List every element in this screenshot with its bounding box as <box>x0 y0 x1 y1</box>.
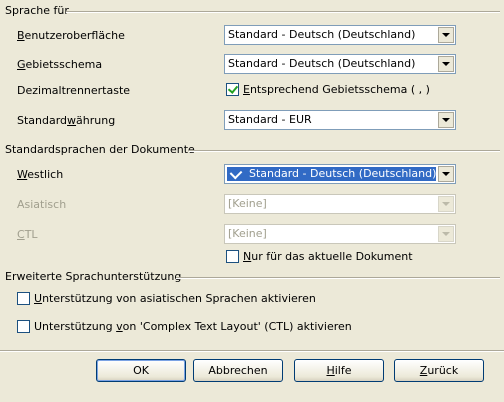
back-accel: Z <box>419 364 428 377</box>
help-text: ilfe <box>334 364 352 377</box>
section-title-document-languages: Standardsprachen der Dokumente <box>5 143 195 156</box>
ctl-language-dropdown-button <box>438 226 454 242</box>
section-divider <box>176 277 500 279</box>
western-language-dropdown-button[interactable] <box>438 166 454 182</box>
ctl-language-value: [Keine] <box>228 227 267 240</box>
current-document-only-text: ur für das aktuelle Dokument <box>251 250 413 263</box>
back-button[interactable]: Zurück <box>394 359 484 382</box>
asian-support-checkbox[interactable] <box>17 292 30 305</box>
help-accel: H <box>326 364 335 377</box>
ctl-label: CTL <box>17 228 38 242</box>
western-label-accel: W <box>17 168 28 181</box>
asian-label: Asiatisch <box>17 198 67 211</box>
ctl-support-checkbox[interactable] <box>17 320 30 333</box>
currency-combo[interactable]: Standard - EUR <box>224 110 456 130</box>
currency-dropdown-button[interactable] <box>438 112 454 128</box>
chevron-down-icon <box>442 62 450 66</box>
ctl-support-text: on 'Complex Text Layout' (CTL) aktiviere… <box>122 320 352 333</box>
western-label-text: estlich <box>27 168 64 181</box>
asian-language-value: [Keine] <box>228 197 267 210</box>
currency-value: Standard - EUR <box>228 113 312 126</box>
ui-language-label: Benutzeroberfläche <box>17 29 125 43</box>
current-document-only-label[interactable]: Nur für das aktuelle Dokument <box>243 250 413 264</box>
section-title-extended-support: Erweiterte Sprachunterstützung <box>5 270 182 283</box>
ctl-label-accel: C <box>17 228 25 241</box>
western-language-combo[interactable]: Standard - Deutsch (Deutschland) <box>224 164 456 184</box>
locale-label: Gebietsschema <box>17 58 102 72</box>
locale-label-accel: G <box>17 58 26 71</box>
currency-label-text: ährung <box>76 114 116 127</box>
chevron-down-icon <box>442 172 450 176</box>
chevron-down-icon <box>442 232 450 236</box>
decimal-separator-check-label[interactable]: Entsprechend Gebietsschema ( , ) <box>243 83 430 97</box>
locale-combo[interactable]: Standard - Deutsch (Deutschland) <box>224 54 456 74</box>
asian-language-dropdown-button <box>438 196 454 212</box>
locale-dropdown-button[interactable] <box>438 56 454 72</box>
ctl-support-label[interactable]: Unterstützung von 'Complex Text Layout' … <box>34 320 352 334</box>
button-bar-divider <box>0 350 504 352</box>
asian-support-text: nterstützung von asiatischen Sprachen ak… <box>42 292 316 305</box>
ctl-label-text: TL <box>24 228 38 241</box>
ctl-support-pre: Unterstützung <box>34 320 117 333</box>
decimal-separator-checkbox[interactable] <box>226 83 239 96</box>
cancel-button[interactable]: Abbrechen <box>193 359 283 382</box>
chevron-down-icon <box>442 33 450 37</box>
chevron-down-icon <box>442 118 450 122</box>
back-text: urück <box>427 364 459 377</box>
current-document-only-accel: N <box>243 250 252 263</box>
decimal-separator-text: ntsprechend Gebietsschema ( , ) <box>249 83 430 96</box>
ui-language-dropdown-button[interactable] <box>438 27 454 43</box>
language-settings-dialog: Sprache für Benutzeroberfläche Standard … <box>0 0 504 402</box>
ok-button[interactable]: OK <box>96 359 186 382</box>
asian-language-combo: [Keine] <box>224 194 456 214</box>
current-document-only-checkbox[interactable] <box>226 250 239 263</box>
decimal-separator-accel: E <box>243 83 250 96</box>
section-title-language-for: Sprache für <box>5 4 69 17</box>
section-divider <box>66 11 500 13</box>
currency-label: Standardwährung <box>17 114 115 128</box>
help-button[interactable]: Hilfe <box>294 359 384 382</box>
ui-language-label-text: enutzeroberfläche <box>24 29 125 42</box>
currency-label-pre: Standard <box>17 114 68 127</box>
chevron-down-icon <box>442 202 450 206</box>
asian-support-accel: U <box>34 292 43 305</box>
ui-language-combo[interactable]: Standard - Deutsch (Deutschland) <box>224 25 456 45</box>
decimal-separator-label: Dezimaltrennertaste <box>17 84 131 97</box>
western-label: Westlich <box>17 168 63 182</box>
locale-label-text: ebietsschema <box>25 58 103 71</box>
locale-value: Standard - Deutsch (Deutschland) <box>228 57 416 70</box>
western-language-value: Standard - Deutsch (Deutschland) <box>226 166 437 182</box>
section-divider <box>189 150 500 152</box>
ui-language-value: Standard - Deutsch (Deutschland) <box>228 28 416 41</box>
ui-language-label-accel: B <box>17 29 25 42</box>
ctl-language-combo: [Keine] <box>224 224 456 244</box>
asian-support-label[interactable]: Unterstützung von asiatischen Sprachen a… <box>34 292 316 306</box>
currency-label-accel: w <box>67 114 77 127</box>
